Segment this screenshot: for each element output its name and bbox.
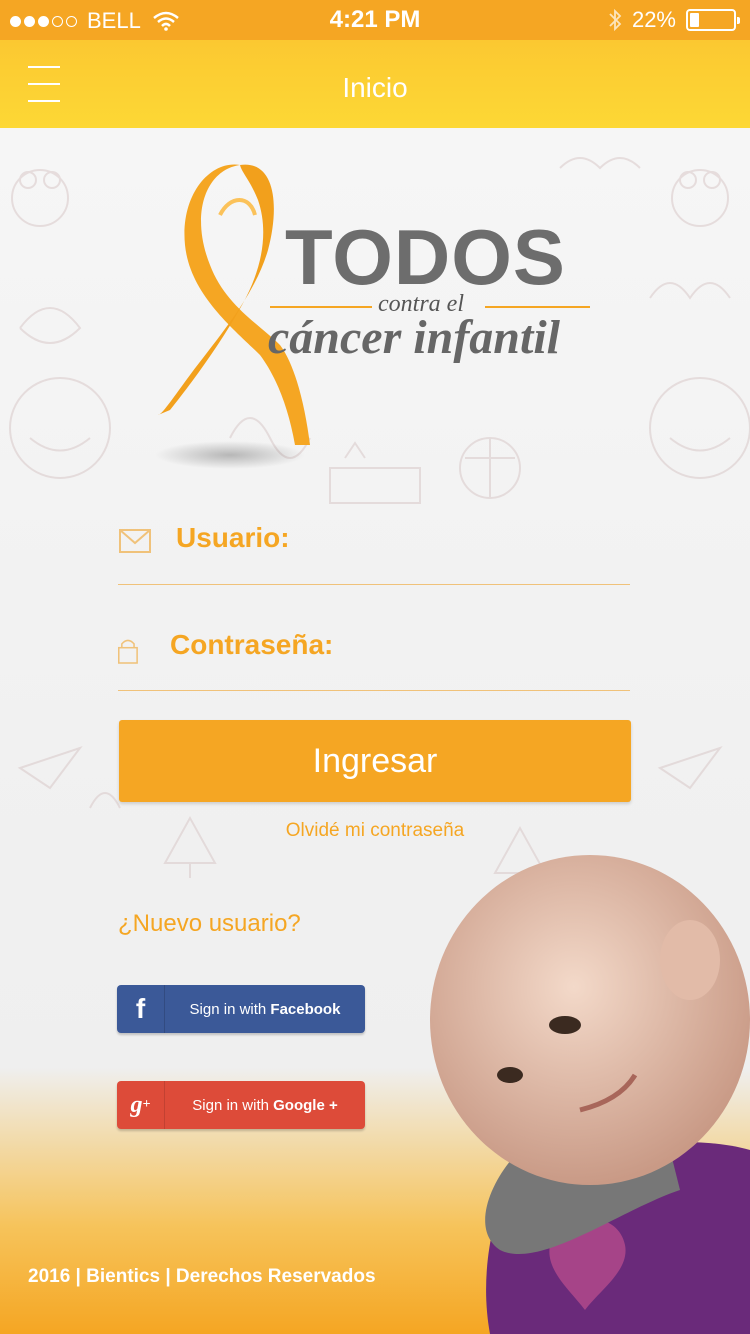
- password-field[interactable]: Contraseña:: [118, 625, 630, 691]
- google-signin-button[interactable]: g + Sign in with Google +: [117, 1081, 365, 1129]
- logo-title: TODOS: [285, 213, 566, 301]
- google-signin-label: Sign in with Google +: [165, 1097, 365, 1114]
- facebook-icon: f: [117, 985, 165, 1033]
- facebook-signin-label: Sign in with Facebook: [165, 1001, 365, 1018]
- battery-icon: [686, 9, 740, 31]
- page-title: Inicio: [342, 72, 408, 103]
- google-brand: Google +: [273, 1096, 338, 1114]
- battery-level: [690, 13, 700, 27]
- logo-tagline: cáncer infantil: [268, 311, 561, 364]
- status-right: 22%: [608, 7, 740, 33]
- username-field[interactable]: Usuario:: [118, 518, 630, 585]
- nav-bar: Inicio: [0, 40, 750, 128]
- username-label: Usuario:: [176, 522, 290, 553]
- google-prefix: Sign in with: [192, 1096, 274, 1114]
- new-user-prompt: ¿Nuevo usuario?: [118, 910, 301, 937]
- child-photo: [430, 855, 750, 1334]
- facebook-prefix: Sign in with: [189, 1000, 271, 1018]
- battery-percent: 22%: [631, 7, 676, 32]
- status-bar: BELL 4:21 PM 22%: [0, 0, 750, 40]
- facebook-signin-button[interactable]: f Sign in with Facebook: [117, 985, 365, 1033]
- facebook-brand: Facebook: [270, 1000, 341, 1018]
- login-button[interactable]: Ingresar: [119, 720, 631, 802]
- forgot-password-link[interactable]: Olvidé mi contraseña: [0, 820, 750, 842]
- bluetooth-icon: [609, 8, 622, 32]
- envelope-icon: [119, 529, 151, 553]
- footer-copyright: 2016 | Bientics | Derechos Reservados: [28, 1266, 376, 1287]
- lock-icon: [118, 639, 138, 664]
- app-screen: BELL 4:21 PM 22% Inicio TODOS contra el …: [0, 0, 750, 1334]
- password-label: Contraseña:: [170, 629, 334, 660]
- google-plus-icon: g +: [117, 1081, 165, 1129]
